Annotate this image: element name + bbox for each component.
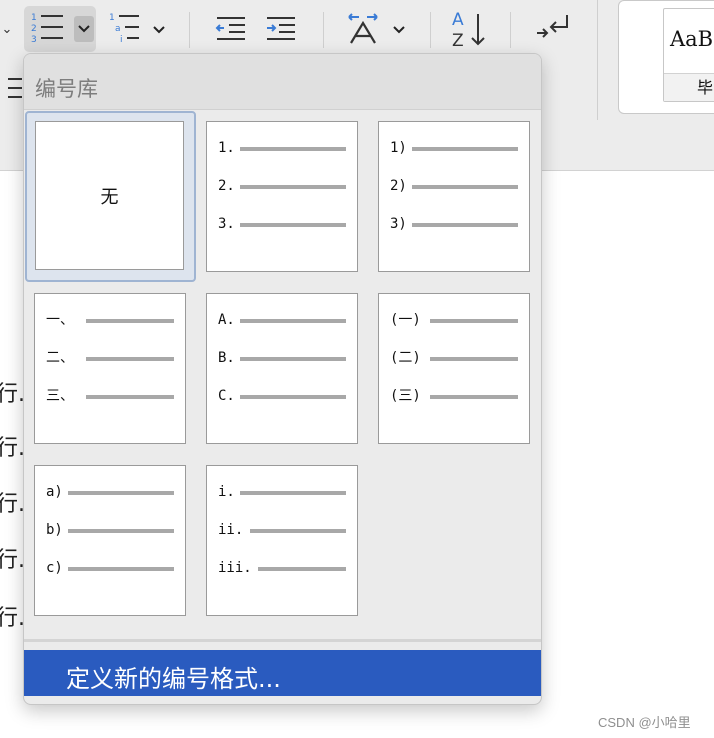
tile-label: 二、 [46,350,74,366]
numbering-tile-arabic-paren[interactable]: 1) 2) 3) [378,121,530,272]
watermark: CSDN @小哈里 [598,715,691,730]
tile-label: ii. [218,522,244,538]
tile-label: A. [218,312,235,328]
numbering-tile-chinese-comma[interactable]: 一、 二、 三、 [34,293,186,444]
document-text: 行. [0,382,25,407]
numbering-tile-arabic-dot[interactable]: 1. 2. 3. [206,121,358,272]
tile-label: 1. [218,140,235,156]
numbering-tile-lower-roman[interactable]: i. ii. iii. [206,465,358,616]
svg-text:1: 1 [31,13,37,23]
tile-label: 3) [390,216,407,232]
tile-label: 2. [218,178,235,194]
numbering-tile-chinese-paren[interactable]: (一) (二) (三) [378,293,530,444]
svg-text:i: i [120,35,123,45]
tile-label: (一) [390,312,421,328]
style-name: 毕 [664,73,714,101]
numbering-dropdown-arrow[interactable] [74,16,94,42]
style-thumbnail[interactable]: AaB 毕 [663,8,714,102]
numbering-tile-lower-alpha-paren[interactable]: a) b) c) [34,465,186,616]
dropdown-title: 编号库 [35,77,98,101]
tile-label: c) [46,560,63,576]
tile-label: iii. [218,560,252,576]
numbering-library-dropdown: 编号库 无 1. 2. 3. 1) 2) 3) 一、 二、 三、 A. B. C… [23,53,542,705]
increase-indent-icon[interactable] [262,12,298,46]
tile-label: 1) [390,140,407,156]
tile-label: 三、 [46,388,74,404]
multilevel-list-icon[interactable]: 1 a i [106,10,144,48]
numbered-list-icon[interactable]: 1 2 3 [28,10,68,48]
tile-label: 一、 [46,312,74,328]
return-arrow-icon[interactable] [532,10,574,48]
document-text: 行. [0,606,25,631]
chevron-down-icon [78,25,90,33]
dropdown-divider [24,639,541,642]
document-text: 行. [0,436,25,461]
chevron-down-icon[interactable] [390,20,408,40]
tile-label: 3. [218,216,235,232]
tile-label: a) [46,484,63,500]
sort-az-icon[interactable]: A Z [448,8,492,50]
tile-label: 2) [390,178,407,194]
align-lines-icon[interactable] [6,74,24,108]
svg-text:2: 2 [31,24,37,34]
style-sample-text: AaB [670,27,714,51]
document-text: 行. [0,548,25,573]
dropdown-header: 编号库 [24,54,541,110]
svg-text:A: A [452,10,464,30]
document-text: 行. [0,492,25,517]
svg-text:Z: Z [452,31,464,50]
define-new-numbering-format-button[interactable]: 定义新的编号格式... [24,650,541,696]
chevron-down-icon[interactable]: ⌄ [0,18,14,40]
define-new-label: 定义新的编号格式... [66,665,281,693]
tile-label: b) [46,522,63,538]
tile-label: (三) [390,388,421,404]
tile-label: i. [218,484,235,500]
tile-label: C. [218,388,235,404]
tile-label: B. [218,350,235,366]
none-label: 无 [100,186,119,208]
numbering-tile-upper-alpha[interactable]: A. B. C. [206,293,358,444]
svg-text:a: a [115,24,121,34]
chevron-down-icon[interactable] [150,20,168,40]
tile-label: (二) [390,350,421,366]
character-spacing-icon[interactable] [344,8,382,48]
numbering-none-tile[interactable]: 无 [25,111,196,282]
svg-text:3: 3 [31,35,37,45]
svg-text:1: 1 [109,13,115,23]
decrease-indent-icon[interactable] [212,12,248,46]
